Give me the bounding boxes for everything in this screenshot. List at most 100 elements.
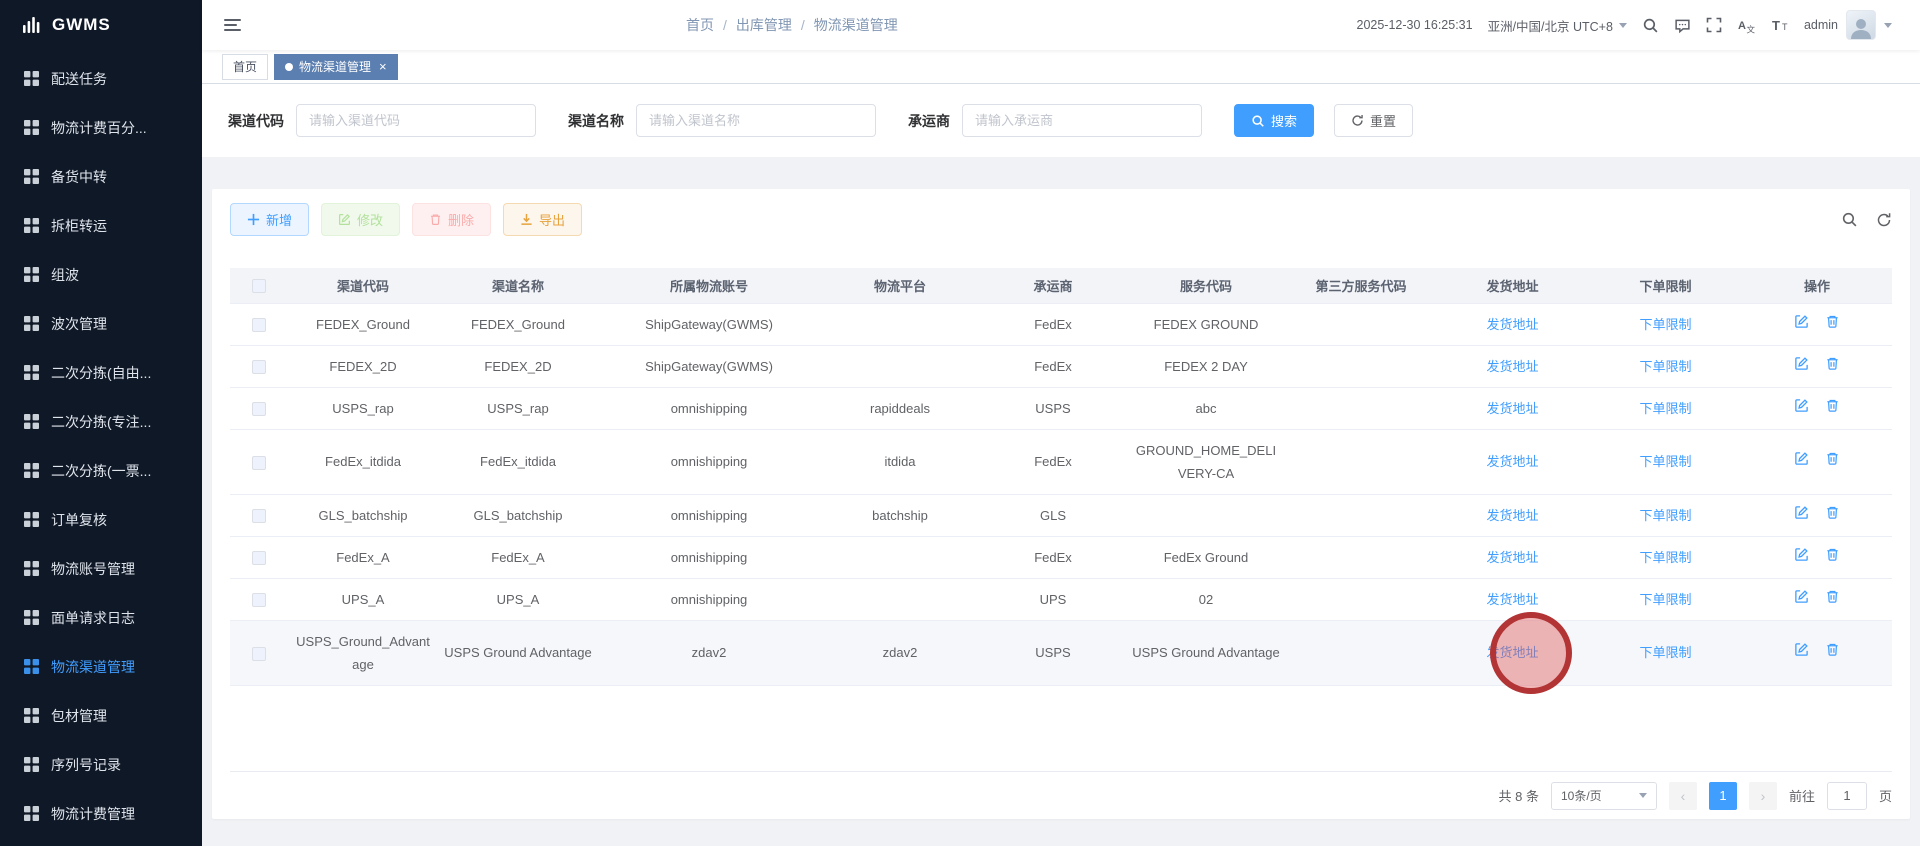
ship-address-link[interactable]: 发货地址 [1486,359,1538,374]
row-edit-icon[interactable] [1794,314,1809,329]
ship-address-link[interactable]: 发货地址 [1486,401,1538,416]
cell-logistics-account: omnishipping [598,494,820,537]
sidebar-item[interactable]: 物流计费管理 [0,789,202,838]
row-checkbox[interactable] [252,318,266,333]
order-limit-link[interactable]: 下单限制 [1639,401,1691,416]
ship-address-link[interactable]: 发货地址 [1486,550,1538,565]
edit-button[interactable]: 修改 [321,203,401,236]
cell-third-party-code [1286,303,1436,346]
fullscreen-icon[interactable] [1706,17,1722,33]
sidebar-item-label: 波次管理 [51,315,107,332]
page-1-button[interactable]: 1 [1708,781,1737,810]
row-edit-icon[interactable] [1794,451,1809,466]
cell-logistics-account: ShipGateway(GWMS) [598,345,820,388]
sidebar-item[interactable]: 物流计费百分... [0,103,202,152]
sidebar-item[interactable]: 物流渠道管理 [0,642,202,691]
table-search-icon[interactable] [1841,211,1858,228]
row-delete-icon[interactable] [1825,547,1840,562]
search-icon[interactable] [1642,17,1659,34]
cell-channel-name: FedEx_A [438,536,598,579]
table-refresh-icon[interactable] [1876,212,1892,228]
ship-address-link[interactable]: 发货地址 [1486,317,1538,332]
tab[interactable]: 首页 × [222,53,269,80]
filter-input[interactable] [962,104,1202,137]
row-checkbox[interactable] [252,646,266,661]
sidebar-item[interactable]: 面单请求日志 [0,593,202,642]
row-delete-icon[interactable] [1825,398,1840,413]
user-menu[interactable]: admin [1804,10,1892,40]
page-size-select[interactable]: 10条/页 [1550,781,1657,810]
row-checkbox[interactable] [252,593,266,608]
row-delete-icon[interactable] [1825,314,1840,329]
order-limit-link[interactable]: 下单限制 [1639,592,1691,607]
sidebar-item[interactable]: 物流账号管理 [0,544,202,593]
order-limit-link[interactable]: 下单限制 [1639,317,1691,332]
sidebar-item[interactable]: 订单复核 [0,495,202,544]
next-page-button[interactable]: › [1748,781,1777,810]
row-edit-icon[interactable] [1794,547,1809,562]
row-checkbox[interactable] [252,551,266,566]
tab-close-icon[interactable]: × [379,60,387,73]
row-checkbox[interactable] [252,402,266,417]
sidebar-item[interactable]: 包材管理 [0,691,202,740]
ship-address-link[interactable]: 发货地址 [1486,645,1538,660]
search-button[interactable]: 搜索 [1234,104,1315,137]
cell-carrier: USPS [980,620,1126,686]
sidebar-item[interactable]: 配送任务 [0,54,202,103]
sidebar-item[interactable]: 二次分拣(自由... [0,348,202,397]
tab[interactable]: 物流渠道管理 × [274,53,398,80]
order-limit-link[interactable]: 下单限制 [1639,454,1691,469]
sidebar-item[interactable]: 组波 [0,250,202,299]
table-row: GLS_batchship GLS_batchship omnishipping… [230,494,1892,537]
sidebar-item[interactable]: 二次分拣(专注... [0,397,202,446]
translate-icon[interactable]: A文 [1737,17,1756,34]
row-checkbox[interactable] [252,509,266,524]
sidebar-item[interactable]: 序列号记录 [0,740,202,789]
sidebar-item[interactable]: 拆柜转运 [0,201,202,250]
row-delete-icon[interactable] [1825,451,1840,466]
row-delete-icon[interactable] [1825,356,1840,371]
sidebar-item[interactable]: 波次管理 [0,299,202,348]
filter-input[interactable] [296,104,536,137]
row-delete-icon[interactable] [1825,642,1840,657]
prev-page-button[interactable]: ‹ [1668,781,1697,810]
export-button[interactable]: 导出 [503,203,583,236]
timezone-select[interactable]: 亚洲/中国/北京 UTC+8 [1488,16,1627,35]
order-limit-link[interactable]: 下单限制 [1639,508,1691,523]
sidebar-collapse-icon[interactable] [224,19,241,31]
reset-button[interactable]: 重置 [1334,104,1414,137]
row-delete-icon[interactable] [1825,589,1840,604]
breadcrumb-item[interactable]: 物流渠道管理 [814,15,898,35]
ship-address-link[interactable]: 发货地址 [1486,592,1538,607]
row-checkbox[interactable] [252,360,266,375]
pagination: 共 8 条 10条/页 ‹ 1 › 前往 页 [230,771,1892,819]
row-delete-icon[interactable] [1825,505,1840,520]
sidebar-item[interactable]: 备货中转 [0,152,202,201]
breadcrumb-item[interactable]: 首页 [686,15,727,35]
order-limit-link[interactable]: 下单限制 [1639,550,1691,565]
row-edit-icon[interactable] [1794,356,1809,371]
select-all-checkbox[interactable] [252,279,266,294]
filter-input[interactable] [636,104,876,137]
app-window: GWMS 配送任务 物流计费百分... 备货中转 拆柜转运 组波 波次管理 二次… [0,0,1920,846]
font-size-icon[interactable]: TT [1771,17,1789,33]
row-edit-icon[interactable] [1794,505,1809,520]
ship-address-link[interactable]: 发货地址 [1486,454,1538,469]
sidebar-item[interactable]: 二次分拣(一票... [0,446,202,495]
delete-button[interactable]: 删除 [412,203,492,236]
topbar: 首页出库管理物流渠道管理 2025-12-30 16:25:31 亚洲/中国/北… [202,0,1920,50]
ship-address-link[interactable]: 发货地址 [1486,508,1538,523]
row-edit-icon[interactable] [1794,398,1809,413]
row-edit-icon[interactable] [1794,589,1809,604]
row-checkbox[interactable] [252,455,266,470]
order-limit-link[interactable]: 下单限制 [1639,645,1691,660]
order-limit-link[interactable]: 下单限制 [1639,359,1691,374]
add-button[interactable]: 新增 [230,203,310,236]
goto-page-input[interactable] [1826,781,1867,810]
row-edit-icon[interactable] [1794,642,1809,657]
column-header: 服务代码 [1126,268,1286,304]
message-icon[interactable] [1674,17,1691,34]
grid-icon [24,267,39,282]
cell-platform: zdav2 [820,620,980,686]
breadcrumb-item[interactable]: 出库管理 [736,15,805,35]
